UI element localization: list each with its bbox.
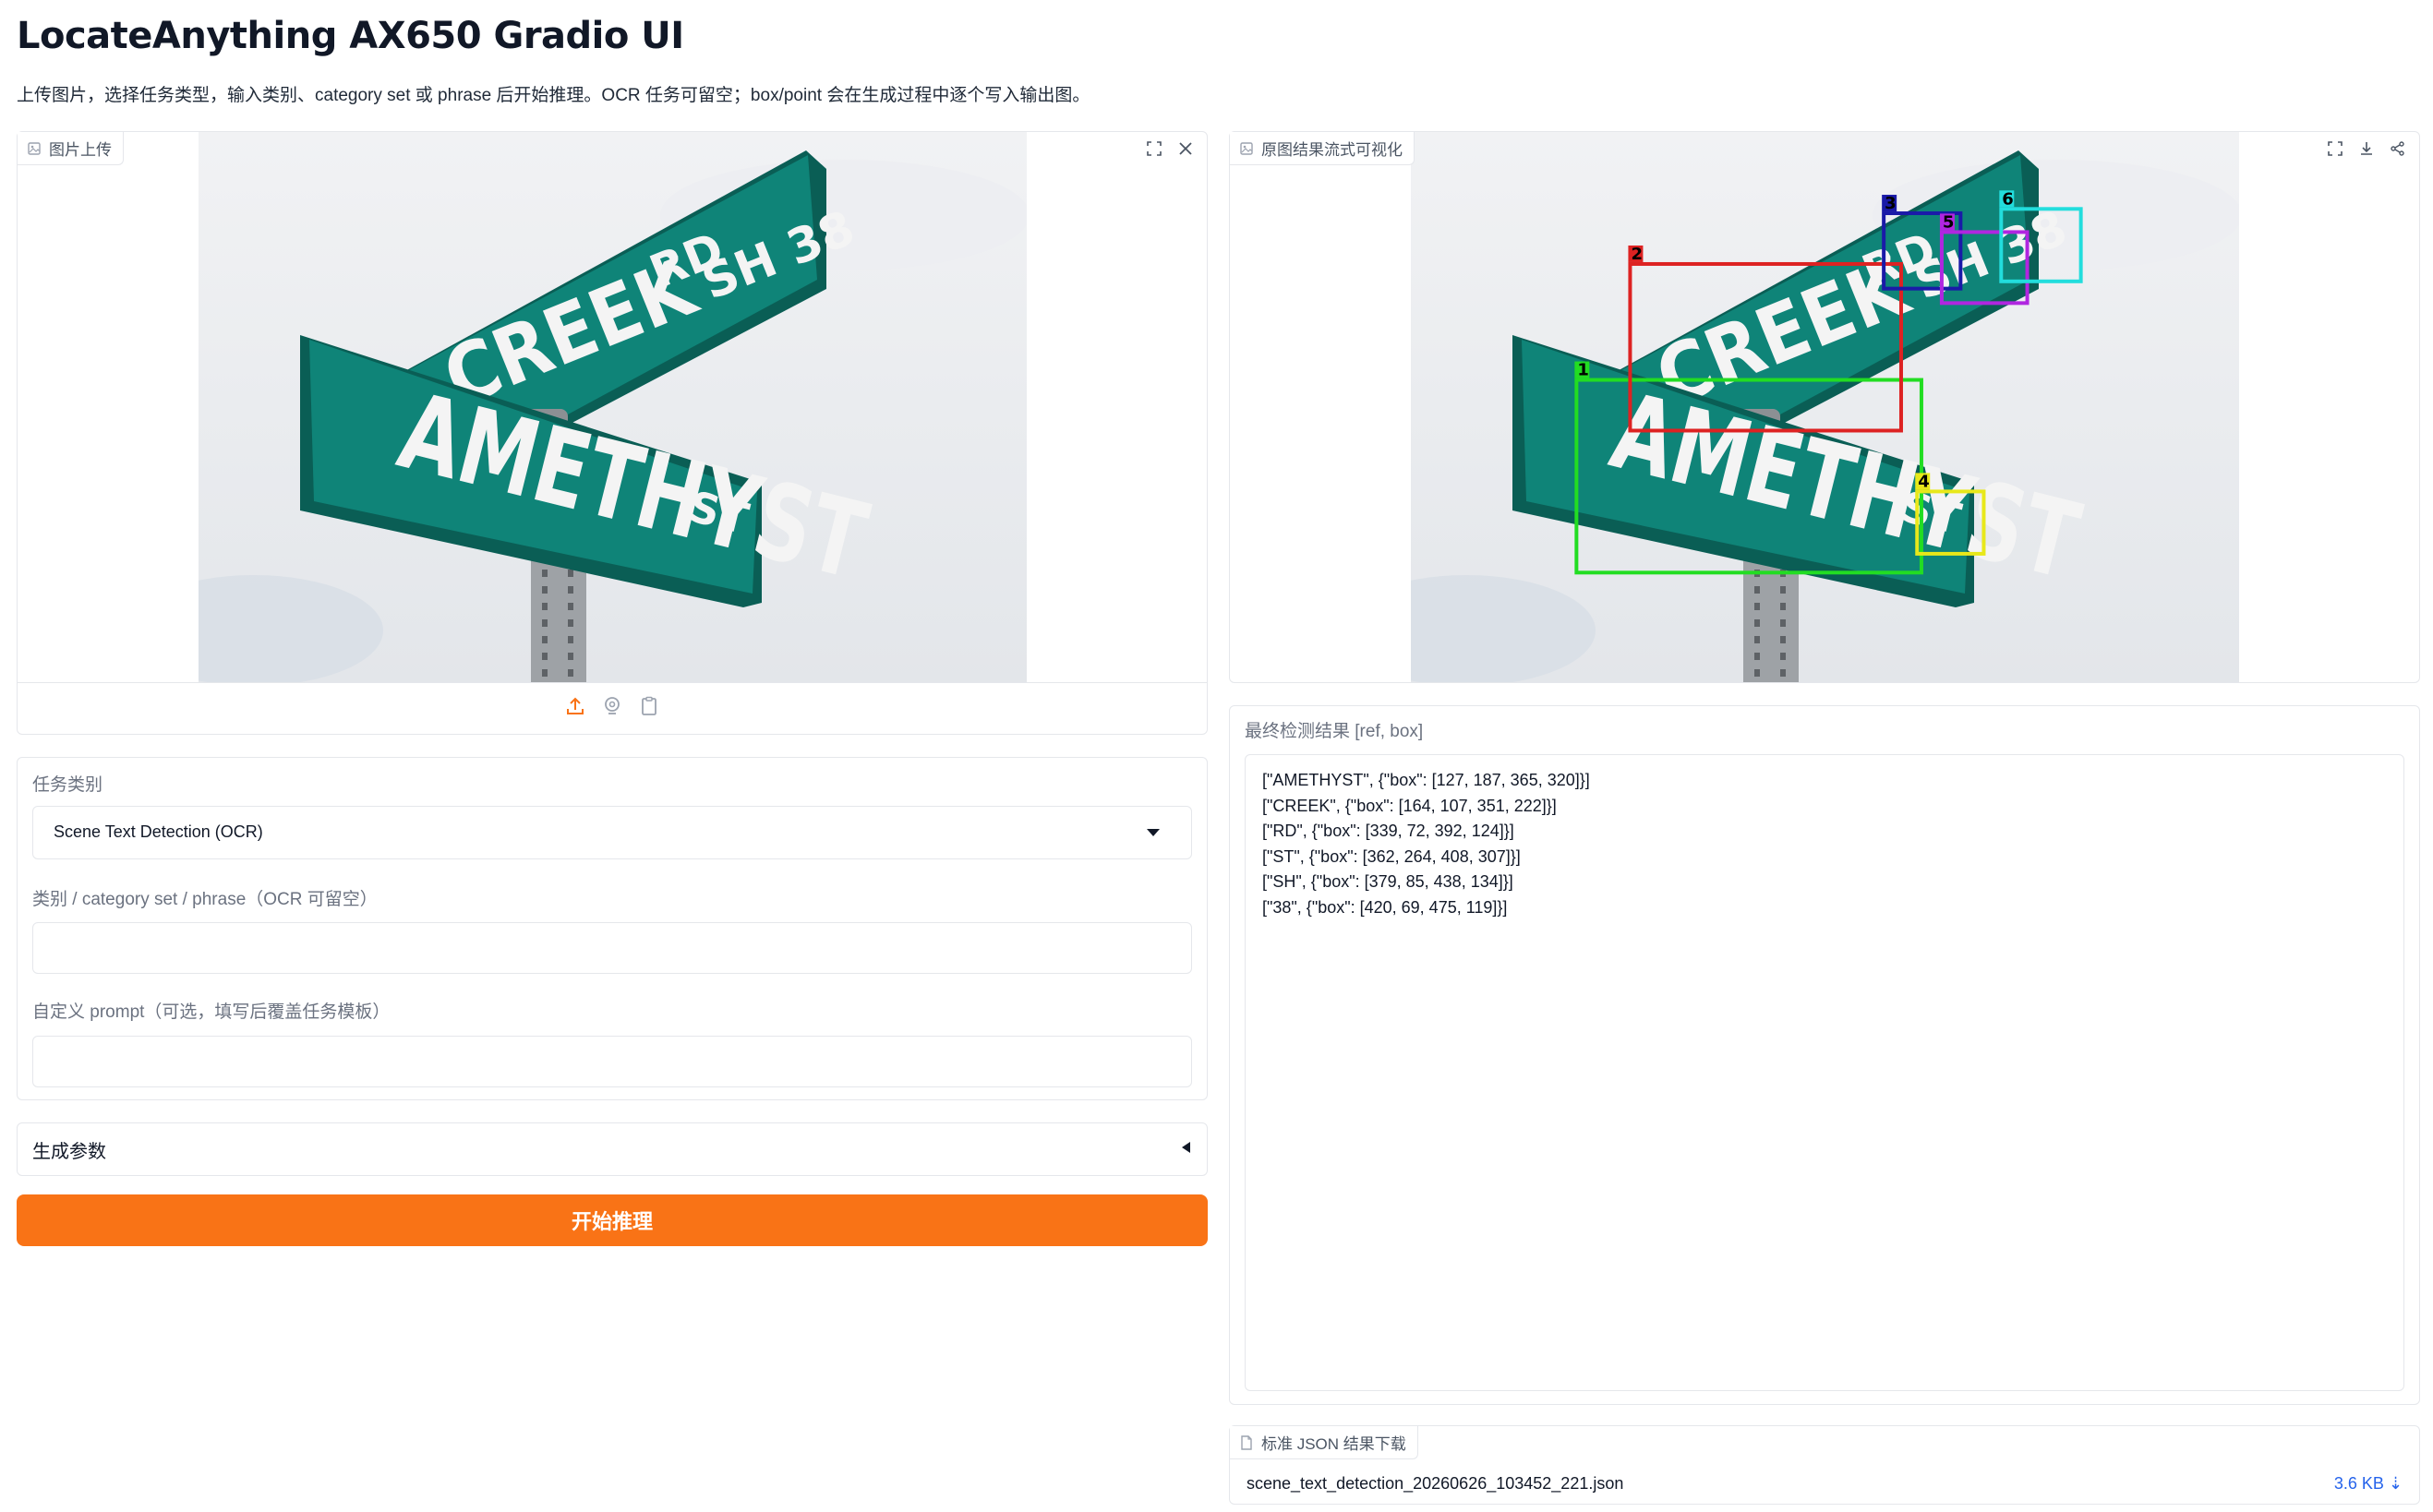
json-download-label-text: 标准 JSON 结果下载 [1261, 1435, 1406, 1453]
street-sign-photo: CREEKRDSH 38AMETHYSTST [199, 132, 1027, 682]
task-label: 任务类别 [32, 775, 103, 795]
result-text: ["AMETHYST", {"box": [127, 187, 365, 320… [1262, 771, 1590, 917]
prompt-label: 自定义 prompt（可选，填写后覆盖任务模板） [32, 1002, 391, 1022]
result-textbox[interactable]: ["AMETHYST", {"box": [127, 187, 365, 320… [1245, 754, 2404, 1391]
params-label: 生成参数 [32, 1142, 106, 1162]
output-image-label: 原图结果流式可视化 [1230, 132, 1415, 165]
clipboard-source-button[interactable] [635, 696, 663, 722]
detection-id: 6 [2002, 189, 2014, 209]
prompt-input[interactable] [32, 1036, 1192, 1087]
detection-id: 5 [1943, 212, 1955, 232]
upload-icon [564, 695, 586, 722]
image-upload-panel[interactable]: 图片上传 CREEK RD SH 38 AMETHYST ST [17, 131, 1208, 735]
category-input[interactable] [32, 922, 1192, 974]
task-form-group: 任务类别 Scene Text Detection (OCR) 类别 / cat… [17, 757, 1208, 1100]
result-label: 最终检测结果 [ref, box] [1245, 722, 1424, 741]
output-share-button[interactable] [2384, 138, 2412, 163]
page-title: LocateAnything AX650 Gradio UI [17, 15, 684, 57]
close-icon [1177, 140, 1194, 162]
json-file-link[interactable]: scene_text_detection_20260626_103452_221… [1247, 1474, 1623, 1494]
street-sign-photo-annotated: CREEKRDSH 38AMETHYSTST123456 [1411, 132, 2239, 682]
params-accordion[interactable]: 生成参数 [17, 1122, 1208, 1176]
clipboard-icon [638, 695, 660, 722]
clear-image-button[interactable] [1172, 138, 1199, 163]
output-image: CREEK RD SH 38 AMETHYST ST 1 2 3 4 5 6 [1411, 132, 2239, 682]
image-icon [1239, 141, 1254, 156]
input-image: CREEK RD SH 38 AMETHYST ST [199, 132, 1027, 682]
json-file-size[interactable]: 3.6 KB ⇣ [2334, 1474, 2403, 1494]
webcam-source-button[interactable] [598, 696, 626, 722]
detection-id: 2 [1631, 245, 1643, 264]
output-image-label-text: 原图结果流式可视化 [1261, 141, 1403, 159]
download-icon [2358, 140, 2375, 162]
image-upload-label-text: 图片上传 [49, 141, 112, 159]
task-dropdown[interactable]: Scene Text Detection (OCR) [32, 806, 1192, 859]
image-source-bar [18, 682, 1207, 734]
webcam-icon [601, 695, 623, 722]
category-label: 类别 / category set / phrase（OCR 可留空） [32, 890, 378, 909]
caret-left-icon [1182, 1142, 1190, 1153]
image-icon [27, 141, 42, 156]
page-description: 上传图片，选择任务类型，输入类别、category set 或 phrase 后… [17, 86, 1090, 105]
fullscreen-icon [2327, 140, 2343, 162]
task-selected-value: Scene Text Detection (OCR) [54, 822, 263, 841]
run-inference-button[interactable]: 开始推理 [17, 1194, 1208, 1246]
detection-id: 1 [1577, 361, 1589, 380]
output-download-button[interactable] [2353, 138, 2380, 163]
file-icon [1239, 1434, 1254, 1450]
output-image-panel: 原图结果流式可视化 CREEK RD SH 38 AMETHYST ST 1 2 3 4 5 6 [1229, 131, 2420, 683]
detection-id: 3 [1885, 194, 1897, 213]
detection-id: 4 [1918, 472, 1930, 491]
share-icon [2390, 140, 2406, 162]
upload-source-button[interactable] [561, 696, 589, 722]
fullscreen-button[interactable] [1140, 138, 1168, 163]
chevron-down-icon [1147, 829, 1160, 836]
output-fullscreen-button[interactable] [2321, 138, 2349, 163]
result-panel: 最终检测结果 [ref, box] ["AMETHYST", {"box": [… [1229, 705, 2420, 1405]
fullscreen-icon [1146, 140, 1162, 162]
json-download-panel: 标准 JSON 结果下载 scene_text_detection_202606… [1229, 1425, 2420, 1505]
json-download-label: 标准 JSON 结果下载 [1230, 1426, 1418, 1459]
image-upload-label: 图片上传 [18, 132, 124, 165]
